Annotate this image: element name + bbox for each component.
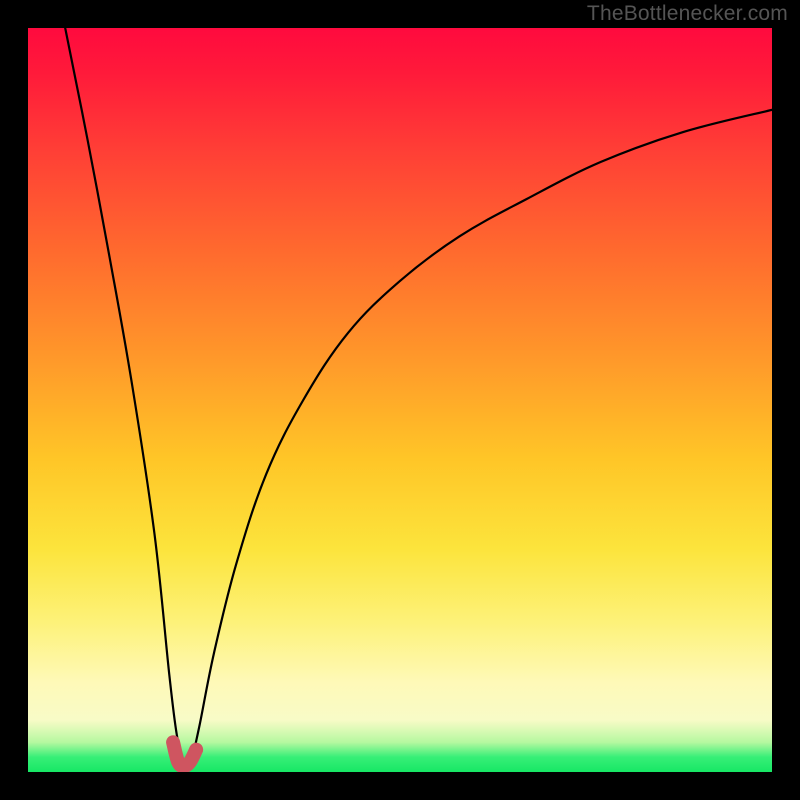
curve-minimum-highlight bbox=[173, 742, 196, 766]
watermark-text: TheBottlenecker.com bbox=[587, 2, 788, 26]
bottleneck-curve bbox=[65, 28, 772, 766]
curve-layer bbox=[28, 28, 772, 772]
outer-black-frame: TheBottlenecker.com bbox=[0, 0, 800, 800]
plot-area bbox=[28, 28, 772, 772]
